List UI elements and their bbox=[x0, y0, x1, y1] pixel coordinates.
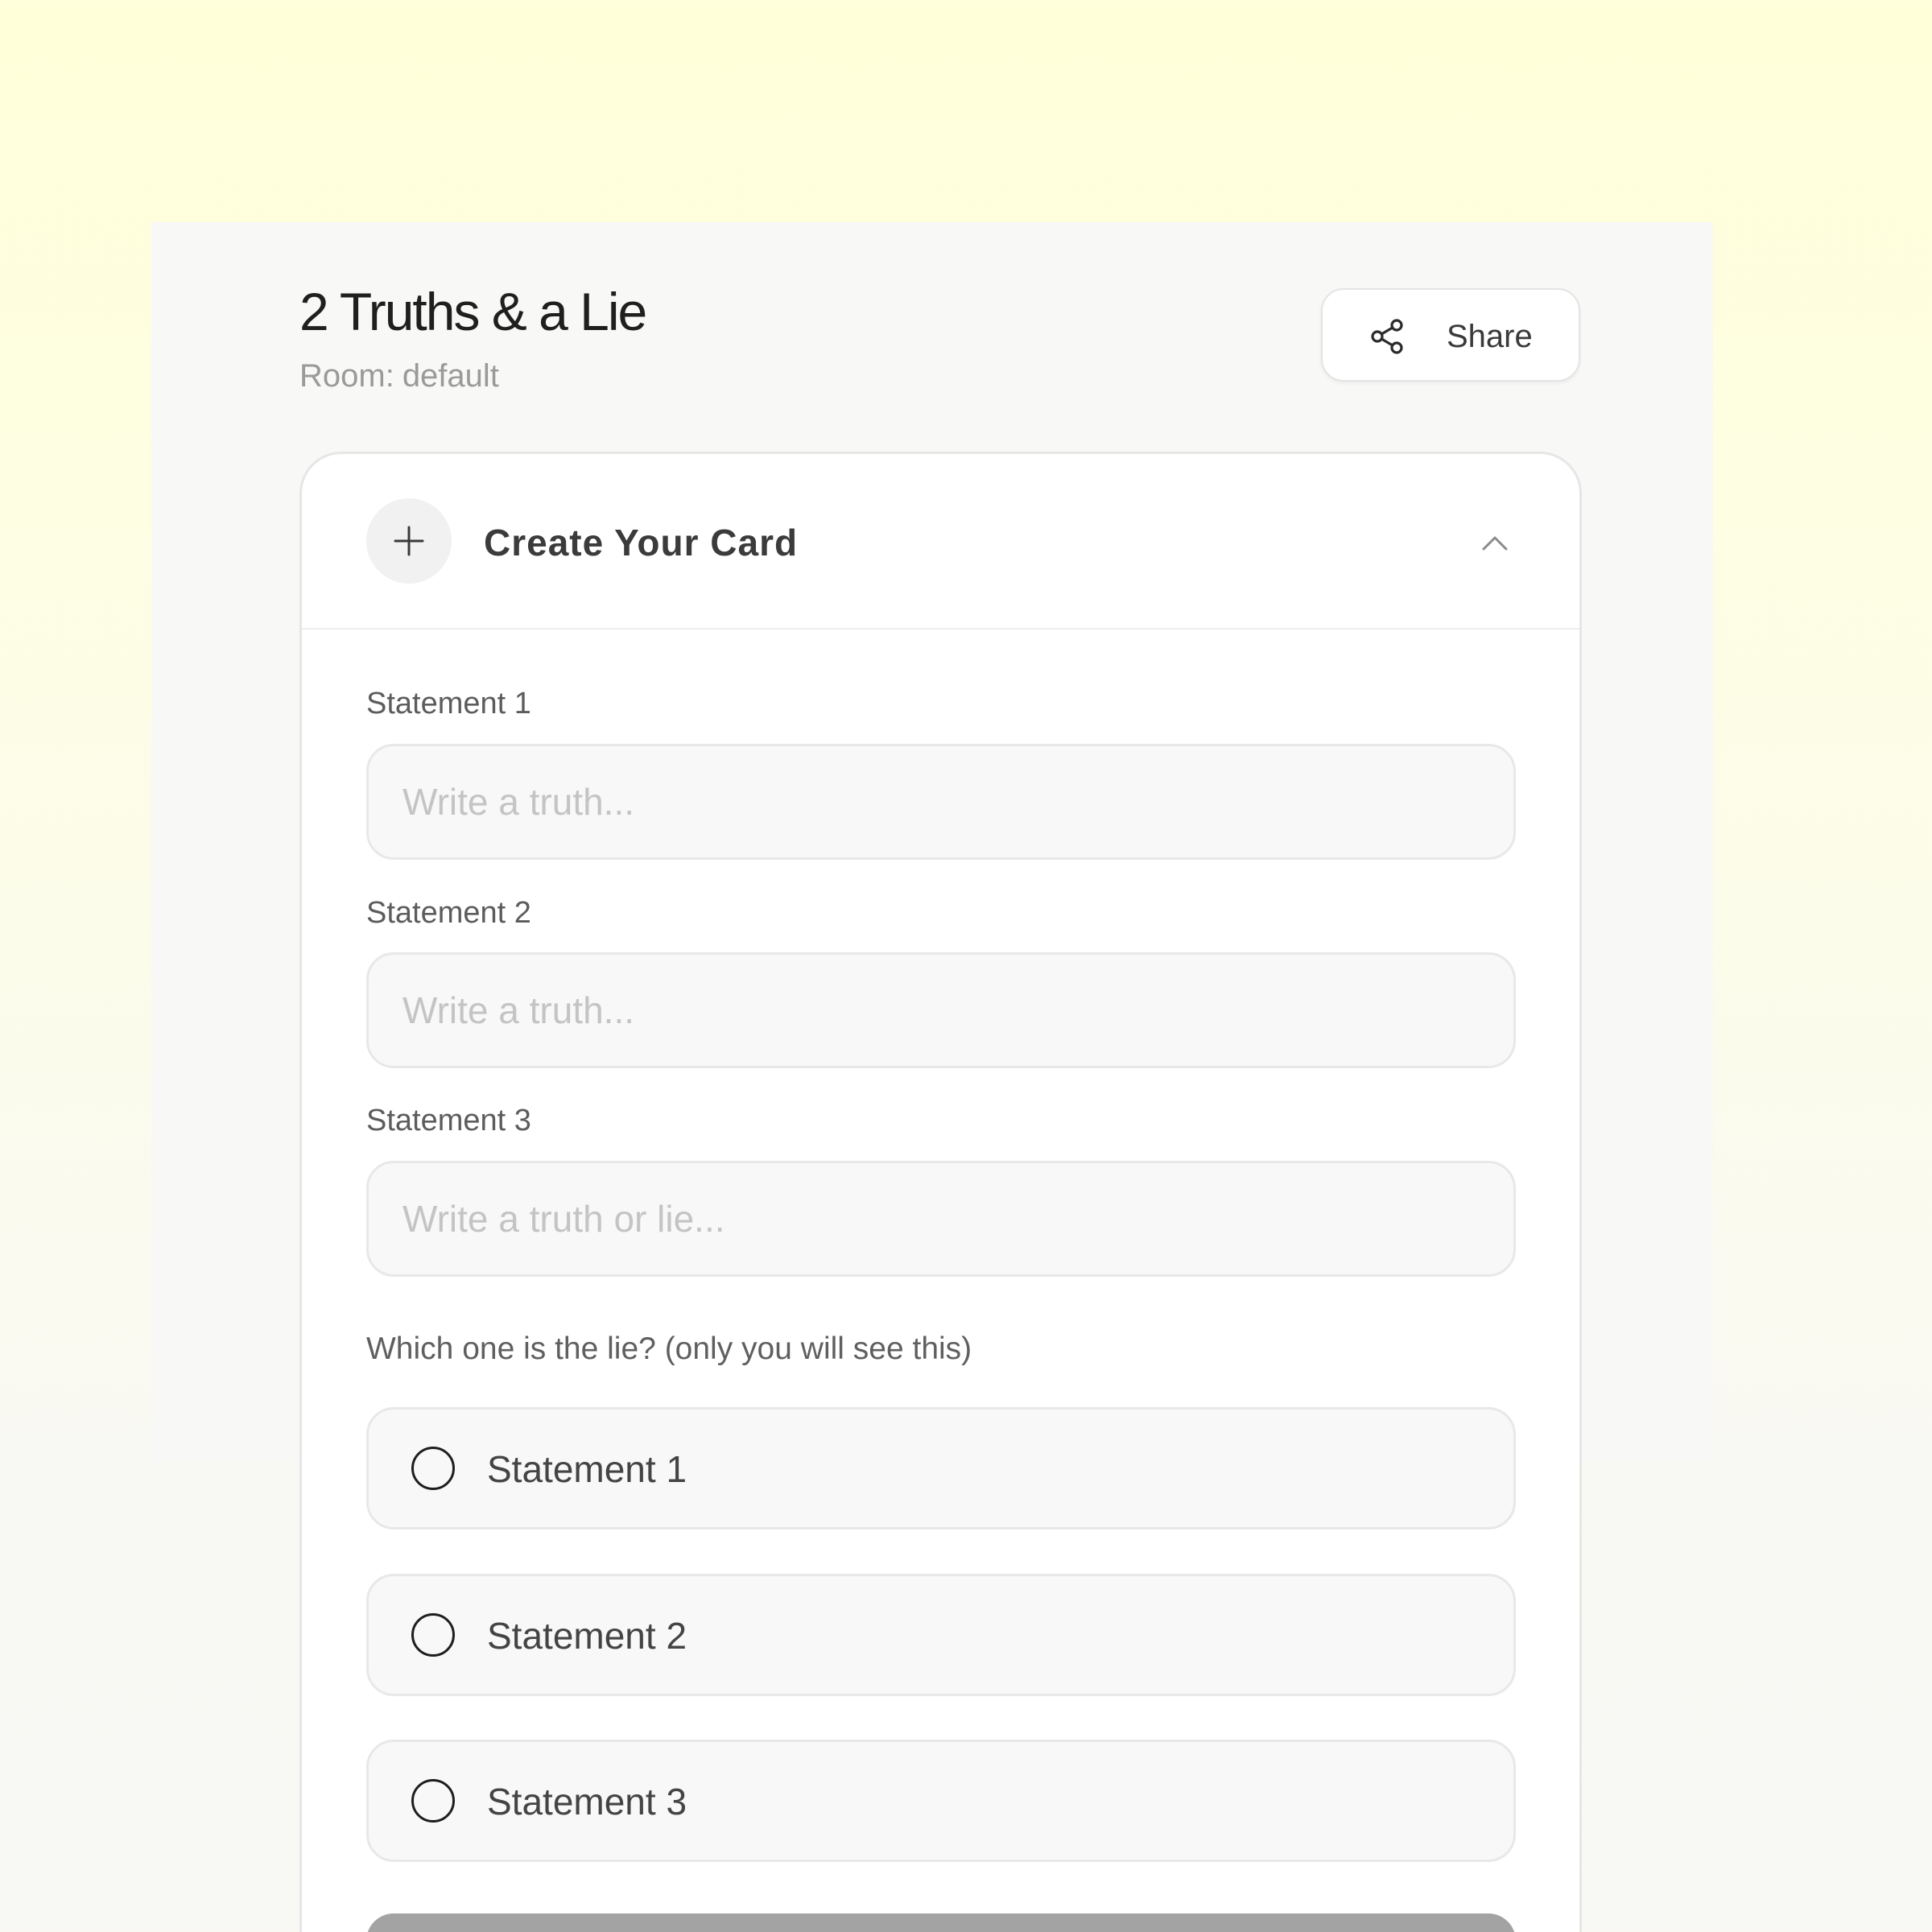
lie-option-statement-1[interactable]: Statement 1 bbox=[366, 1407, 1516, 1530]
page-title: 2 Truths & a Lie bbox=[299, 282, 647, 341]
statement-2-label: Statement 2 bbox=[366, 896, 531, 930]
share-button[interactable]: Share bbox=[1321, 288, 1580, 382]
create-card-header[interactable]: Create Your Card bbox=[302, 454, 1579, 630]
submit-card-button[interactable] bbox=[366, 1913, 1516, 1932]
lie-option-label: Statement 3 bbox=[487, 1781, 687, 1823]
room-label: Room: bbox=[299, 358, 394, 394]
share-button-label: Share bbox=[1447, 319, 1533, 354]
radio-unchecked-icon[interactable] bbox=[411, 1779, 455, 1823]
lie-option-label: Statement 2 bbox=[487, 1615, 687, 1657]
statement-2-input[interactable] bbox=[366, 952, 1516, 1068]
create-card-panel: Create Your Card Statement 1 Statement 2… bbox=[299, 452, 1582, 1932]
radio-unchecked-icon[interactable] bbox=[411, 1447, 455, 1490]
statement-3-input[interactable] bbox=[366, 1161, 1516, 1277]
statement-3-label: Statement 3 bbox=[366, 1104, 531, 1137]
room-info: Room: default bbox=[299, 356, 499, 396]
lie-question-label: Which one is the lie? (only you will see… bbox=[366, 1331, 972, 1366]
lie-option-statement-3[interactable]: Statement 3 bbox=[366, 1740, 1516, 1862]
radio-unchecked-icon[interactable] bbox=[411, 1613, 455, 1657]
statement-1-label: Statement 1 bbox=[366, 687, 531, 720]
share-icon bbox=[1371, 319, 1403, 354]
room-name: default bbox=[402, 358, 499, 394]
lie-option-statement-2[interactable]: Statement 2 bbox=[366, 1574, 1516, 1696]
plus-icon bbox=[394, 526, 424, 556]
lie-option-label: Statement 1 bbox=[487, 1448, 687, 1490]
card-title: Create Your Card bbox=[484, 522, 799, 564]
statement-1-input[interactable] bbox=[366, 744, 1516, 860]
add-card-button[interactable] bbox=[366, 498, 452, 584]
chevron-up-icon[interactable] bbox=[1477, 525, 1513, 560]
